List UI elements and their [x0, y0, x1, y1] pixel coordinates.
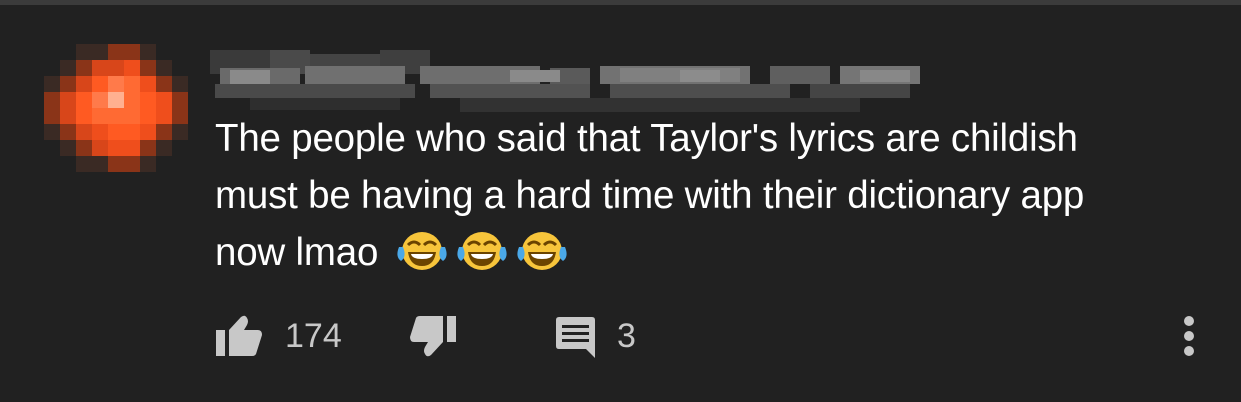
avatar[interactable] — [28, 28, 188, 188]
top-divider — [0, 0, 1241, 5]
more-vertical-icon[interactable] — [1174, 314, 1204, 358]
comment-icon[interactable] — [553, 316, 599, 360]
thumbs-up-icon[interactable] — [214, 314, 264, 358]
thumbs-down-icon[interactable] — [408, 314, 458, 358]
comment-text: The people who said that Taylor's lyrics… — [215, 117, 1085, 274]
laughing-emoji-icon — [455, 229, 509, 273]
reply-count: 3 — [617, 316, 636, 355]
username-blurred[interactable] — [210, 40, 920, 120]
laughing-emoji-icon — [395, 229, 449, 273]
comment-body: The people who said that Taylor's lyrics… — [215, 110, 1215, 281]
comment-actions: 174 3 — [0, 300, 1241, 370]
like-count: 174 — [285, 316, 342, 355]
laughing-emoji-icon — [515, 229, 569, 273]
